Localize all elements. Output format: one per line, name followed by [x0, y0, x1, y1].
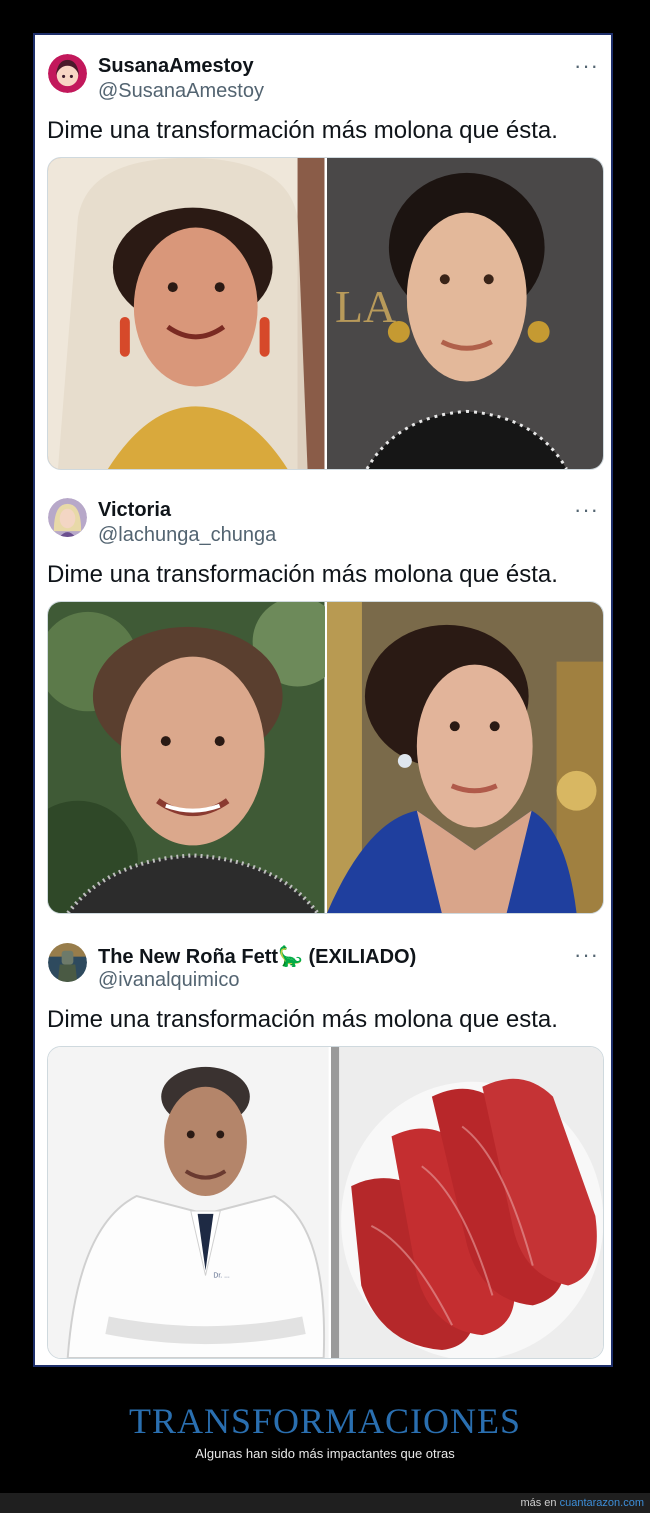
more-options-icon[interactable]: ··· — [574, 499, 599, 521]
tweet-2[interactable]: Victoria @lachunga_chunga ··· Dime una t… — [35, 479, 611, 924]
avatar-anime-girl-icon — [48, 54, 87, 93]
avatar-blonde-woman-icon — [48, 498, 87, 537]
avatar-armored-figure-icon — [48, 943, 87, 982]
display-name[interactable]: Victoria — [98, 499, 171, 522]
raw-beef-steaks-photo — [330, 1047, 603, 1358]
photo-before[interactable] — [48, 158, 325, 469]
tweet-text: Dime una transformación más molona que é… — [47, 561, 558, 588]
doctor-white-coat-photo: Dr. ... — [48, 1047, 329, 1358]
photo-before[interactable]: Dr. ... — [48, 1047, 329, 1358]
avatar[interactable] — [48, 498, 87, 537]
woman-mantilla-photo — [48, 158, 325, 469]
site-footer: más en cuantarazon.com — [0, 1493, 650, 1513]
tweet-media[interactable] — [47, 601, 604, 914]
tweet-3[interactable]: The New Roña Fett🦕 (EXILIADO) @ivanalqui… — [35, 924, 611, 1369]
woman-blue-jacket-photo — [326, 602, 603, 913]
post-subtitle: Algunas han sido más impactantes que otr… — [195, 1446, 455, 1461]
tweet-media[interactable]: Dr. ... — [47, 1046, 604, 1359]
coat-embroidery: Dr. ... — [213, 1272, 230, 1279]
tweet-text: Dime una transformación más molona que e… — [47, 1006, 558, 1033]
photo-after[interactable] — [326, 602, 603, 913]
avatar[interactable] — [48, 943, 87, 982]
screenshot-frame: SusanaAmestoy @SusanaAmestoy ··· Dime un… — [33, 33, 613, 1367]
avatar[interactable] — [48, 54, 87, 93]
user-handle[interactable]: @SusanaAmestoy — [98, 80, 264, 103]
woman-red-carpet-photo: LA ÓN — [326, 158, 603, 469]
tweet-text: Dime una transformación más molona que é… — [47, 117, 558, 144]
user-handle[interactable]: @lachunga_chunga — [98, 524, 276, 547]
display-name[interactable]: The New Roña Fett🦕 (EXILIADO) — [98, 944, 416, 969]
footer-prefix: más en — [520, 1497, 557, 1509]
photo-after[interactable]: LA ÓN — [326, 158, 603, 469]
tweet-media[interactable]: LA ÓN — [47, 157, 604, 470]
tweet-1[interactable]: SusanaAmestoy @SusanaAmestoy ··· Dime un… — [35, 35, 611, 480]
post-title: TRANSFORMACIONES — [128, 1401, 522, 1441]
site-link[interactable]: cuantarazon.com — [560, 1497, 644, 1509]
photo-after[interactable] — [330, 1047, 603, 1358]
more-options-icon[interactable]: ··· — [574, 55, 599, 77]
more-options-icon[interactable]: ··· — [574, 944, 599, 966]
user-handle[interactable]: @ivanalquimico — [98, 969, 239, 992]
woman-outdoors-photo — [48, 602, 325, 913]
display-name[interactable]: SusanaAmestoy — [98, 55, 254, 78]
photo-before[interactable] — [48, 602, 325, 913]
